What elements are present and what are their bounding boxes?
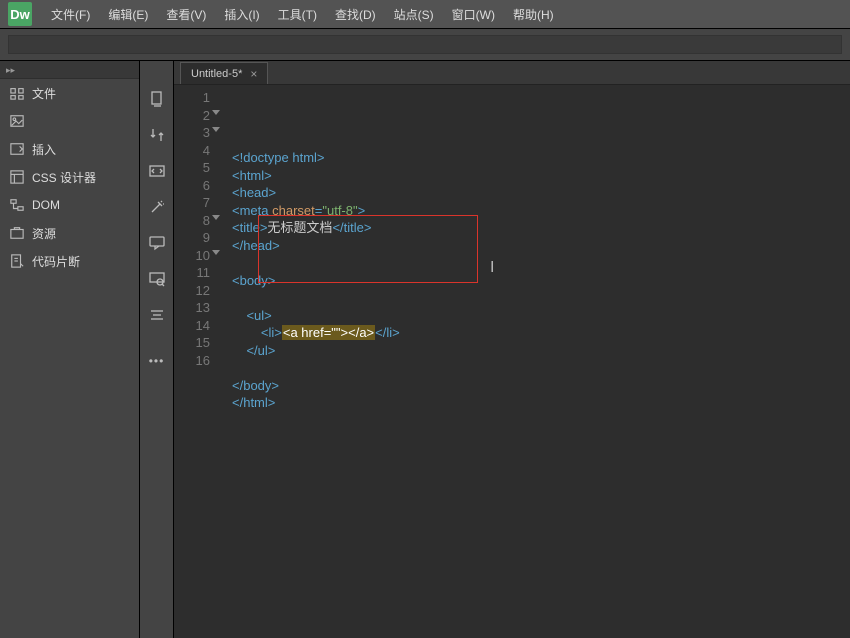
tool-comment[interactable] bbox=[147, 233, 167, 253]
document-tabbar: Untitled-5* × bbox=[174, 61, 850, 85]
code-line[interactable]: <body> bbox=[232, 272, 850, 290]
code-line[interactable] bbox=[232, 412, 850, 430]
line-number: 12 bbox=[174, 282, 210, 300]
code-line[interactable] bbox=[232, 254, 850, 272]
panel-item-label: CSS 设计器 bbox=[32, 169, 96, 186]
code-line[interactable]: <title>无标题文档</title> bbox=[232, 219, 850, 237]
editor-area: Untitled-5* × 12345678910111213141516 I … bbox=[174, 61, 850, 638]
css-icon bbox=[10, 170, 24, 184]
line-number: 2 bbox=[174, 107, 210, 125]
menu-file[interactable]: 文件(F) bbox=[42, 6, 99, 23]
code-line[interactable]: <!doctype html> bbox=[232, 149, 850, 167]
code-line[interactable]: </ul> bbox=[232, 342, 850, 360]
panel-item-label: 资源 bbox=[32, 225, 56, 242]
tab-title: Untitled-5* bbox=[191, 68, 242, 80]
line-number: 6 bbox=[174, 177, 210, 195]
menu-help[interactable]: 帮助(H) bbox=[504, 6, 563, 23]
line-number: 8 bbox=[174, 212, 210, 230]
tool-format[interactable] bbox=[147, 305, 167, 325]
panel-sidebar: ▸▸ 文件 插入 CSS 设计器 DOM 资源 代码片断 bbox=[0, 61, 140, 638]
code-content[interactable]: I <!doctype html><html><head><meta chars… bbox=[218, 89, 850, 638]
menu-site[interactable]: 站点(S) bbox=[385, 6, 443, 23]
code-line[interactable]: </head> bbox=[232, 237, 850, 255]
menu-insert[interactable]: 插入(I) bbox=[215, 6, 268, 23]
line-number: 9 bbox=[174, 229, 210, 247]
code-toolbar: ••• bbox=[140, 61, 174, 638]
app-logo: Dw bbox=[8, 2, 32, 26]
code-line[interactable]: </body> bbox=[232, 377, 850, 395]
panel-item-label: 插入 bbox=[32, 141, 56, 158]
tab-close-icon[interactable]: × bbox=[250, 67, 257, 81]
panel-item-css-designer[interactable]: CSS 设计器 bbox=[0, 163, 139, 191]
line-gutter: 12345678910111213141516 bbox=[174, 89, 218, 638]
panel-item-label: 代码片断 bbox=[32, 253, 80, 270]
dom-icon bbox=[10, 198, 24, 212]
menu-find[interactable]: 查找(D) bbox=[326, 6, 385, 23]
code-line[interactable]: </html> bbox=[232, 394, 850, 412]
panel-item-image[interactable] bbox=[0, 107, 139, 135]
tool-swap[interactable] bbox=[147, 125, 167, 145]
panel-item-assets[interactable]: 资源 bbox=[0, 219, 139, 247]
line-number: 14 bbox=[174, 317, 210, 335]
code-line[interactable]: <meta charset="utf-8"> bbox=[232, 202, 850, 220]
image-icon bbox=[10, 114, 24, 128]
files-icon bbox=[10, 86, 24, 100]
panel-item-dom[interactable]: DOM bbox=[0, 191, 139, 219]
quick-edit-bar bbox=[0, 29, 850, 61]
menu-edit[interactable]: 编辑(E) bbox=[99, 6, 157, 23]
panel-item-label: 文件 bbox=[32, 85, 56, 102]
line-number: 1 bbox=[174, 89, 210, 107]
line-number: 11 bbox=[174, 264, 210, 282]
tool-wand[interactable] bbox=[147, 197, 167, 217]
menu-tools[interactable]: 工具(T) bbox=[269, 6, 326, 23]
line-number: 4 bbox=[174, 142, 210, 160]
menu-bar: Dw 文件(F) 编辑(E) 查看(V) 插入(I) 工具(T) 查找(D) 站… bbox=[0, 0, 850, 29]
code-line[interactable]: <ul> bbox=[232, 307, 850, 325]
panel-item-insert[interactable]: 插入 bbox=[0, 135, 139, 163]
code-editor[interactable]: 12345678910111213141516 I <!doctype html… bbox=[174, 85, 850, 638]
line-number: 13 bbox=[174, 299, 210, 317]
panel-item-files[interactable]: 文件 bbox=[0, 79, 139, 107]
code-line[interactable] bbox=[232, 359, 850, 377]
panel-item-label: DOM bbox=[32, 198, 60, 212]
menu-view[interactable]: 查看(V) bbox=[157, 6, 215, 23]
tool-file-mgmt[interactable] bbox=[147, 89, 167, 109]
panel-collapse-handle[interactable]: ▸▸ bbox=[0, 61, 139, 79]
insert-icon bbox=[10, 142, 24, 156]
code-line[interactable]: <head> bbox=[232, 184, 850, 202]
tool-code-nav[interactable] bbox=[147, 161, 167, 181]
code-line[interactable]: <li><a href=""></a></li> bbox=[232, 324, 850, 342]
code-line[interactable]: <html> bbox=[232, 167, 850, 185]
line-number: 10 bbox=[174, 247, 210, 265]
line-number: 16 bbox=[174, 352, 210, 370]
line-number: 7 bbox=[174, 194, 210, 212]
line-number: 15 bbox=[174, 334, 210, 352]
assets-icon bbox=[10, 226, 24, 240]
quick-edit-input[interactable] bbox=[8, 35, 842, 54]
tool-inspect[interactable] bbox=[147, 269, 167, 289]
panel-item-snippets[interactable]: 代码片断 bbox=[0, 247, 139, 275]
document-tab[interactable]: Untitled-5* × bbox=[180, 62, 268, 84]
line-number: 3 bbox=[174, 124, 210, 142]
tool-more[interactable]: ••• bbox=[147, 351, 167, 371]
snippets-icon bbox=[10, 254, 24, 268]
code-line[interactable] bbox=[232, 289, 850, 307]
text-cursor-icon: I bbox=[490, 259, 494, 277]
menu-window[interactable]: 窗口(W) bbox=[443, 6, 504, 23]
line-number: 5 bbox=[174, 159, 210, 177]
